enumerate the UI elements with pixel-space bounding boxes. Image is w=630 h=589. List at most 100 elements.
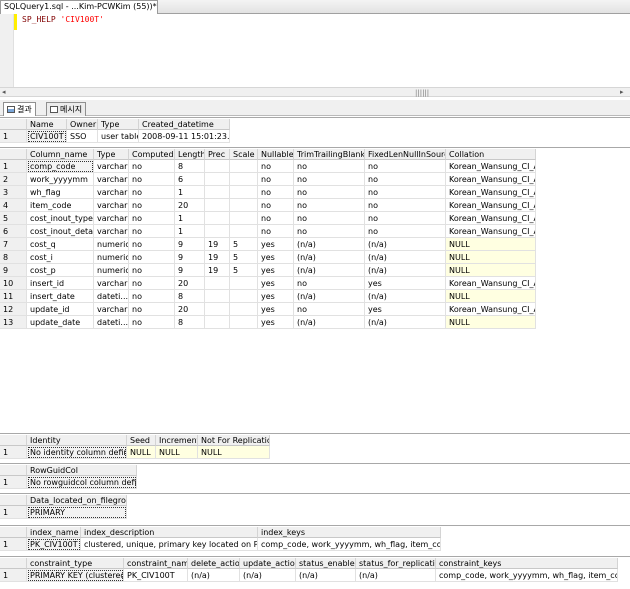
grid-cell[interactable] [205,303,230,316]
column-header[interactable]: delete_action [188,558,240,569]
grid-cell[interactable]: clustered, unique, primary key located o… [81,538,258,551]
row-number[interactable]: 1 [0,446,27,459]
row-number[interactable]: 9 [0,264,27,277]
grid-cell[interactable]: no [258,199,294,212]
grid-cell[interactable]: varchar [94,212,129,225]
grid-cell[interactable]: (n/a) [365,290,446,303]
grid-cell[interactable]: yes [258,303,294,316]
row-number[interactable]: 5 [0,212,27,225]
grid-cell[interactable]: no [258,173,294,186]
grid-cell[interactable]: (n/a) [356,569,436,582]
column-header[interactable]: RowGuidCol [27,465,137,476]
grid-cell[interactable]: no [129,160,175,173]
grid-cell[interactable]: insert_date [27,290,94,303]
column-header[interactable]: Computed [129,149,175,160]
row-number[interactable]: 10 [0,277,27,290]
editor-horizontal-scrollbar[interactable]: ◂ |||||| ▸ [0,87,630,97]
grid-cell[interactable]: work_yyyymm [27,173,94,186]
grid-cell[interactable]: varchar [94,186,129,199]
grid-cell-null[interactable]: NULL [446,251,536,264]
grid-cell-null[interactable]: NULL [446,316,536,329]
grid-cell[interactable]: no [129,238,175,251]
row-number[interactable]: 3 [0,186,27,199]
grid-cell[interactable] [205,290,230,303]
grid-cell-selected[interactable]: PK_CIV100T [27,538,81,551]
grid-cell[interactable]: no [294,199,365,212]
grid-cell[interactable] [205,212,230,225]
column-header[interactable]: Owner [67,119,98,130]
grid-cell[interactable]: yes [365,277,446,290]
grid-cell[interactable]: Korean_Wansung_CI_AS [446,303,536,316]
grid-cell[interactable]: no [365,199,446,212]
column-header[interactable]: Data_located_on_filegroup [27,495,127,506]
grid-cell[interactable]: item_code [27,199,94,212]
grid-cell[interactable]: 20 [175,199,205,212]
column-header[interactable]: Identity [27,435,127,446]
grid-cell[interactable]: SSO [67,130,98,143]
grid-cell[interactable]: 5 [230,264,258,277]
grid-cell[interactable]: (n/a) [296,569,356,582]
column-header[interactable]: FixedLenNullInSource [365,149,446,160]
grid-cell[interactable] [230,277,258,290]
grid-cell[interactable]: varchar [94,160,129,173]
column-header[interactable]: constraint_keys [436,558,618,569]
grid-cell[interactable]: dateti... [94,316,129,329]
grid-cell[interactable]: PK_CIV100T [124,569,188,582]
grid-cell[interactable]: no [129,251,175,264]
column-header[interactable]: Type [94,149,129,160]
column-header[interactable]: Not For Replication [198,435,270,446]
row-number[interactable]: 4 [0,199,27,212]
grid-cell[interactable]: Korean_Wansung_CI_AS [446,212,536,225]
grid-cell[interactable]: 19 [205,251,230,264]
grid-cell[interactable]: Korean_Wansung_CI_AS [446,225,536,238]
grid-cell[interactable] [205,173,230,186]
grid-cell[interactable]: cost_i [27,251,94,264]
column-header[interactable]: Increment [156,435,198,446]
scrollbar-grip-icon[interactable]: |||||| [415,89,429,97]
grid-cell[interactable]: yes [365,303,446,316]
grid-cell[interactable]: no [129,303,175,316]
grid-cell[interactable]: no [129,199,175,212]
grid-cell[interactable]: no [258,186,294,199]
grid-cell[interactable] [230,316,258,329]
grid-cell[interactable]: dateti... [94,290,129,303]
grid-cell[interactable]: 20 [175,303,205,316]
grid-cell-selected[interactable]: PRIMARY KEY (clustered) [27,569,124,582]
grid-cell[interactable]: no [365,225,446,238]
scroll-right-arrow-icon[interactable]: ▸ [620,88,624,96]
grid-cell[interactable]: 19 [205,264,230,277]
row-number[interactable]: 7 [0,238,27,251]
grid-cell-null[interactable]: NULL [446,290,536,303]
grid-cell-null[interactable]: NULL [156,446,198,459]
result-grid-filegroup[interactable]: Data_located_on_filegroup 1 PRIMARY [0,493,630,521]
grid-cell[interactable]: yes [258,251,294,264]
grid-cell[interactable]: 8 [175,290,205,303]
grid-cell[interactable]: 9 [175,264,205,277]
column-header[interactable]: Created_datetime [139,119,230,130]
grid-cell-selected[interactable]: No rowguidcol column defined. [27,476,137,489]
grid-cell[interactable]: (n/a) [365,238,446,251]
grid-cell[interactable]: Korean_Wansung_CI_AS [446,160,536,173]
grid-cell[interactable]: 6 [175,173,205,186]
grid-cell[interactable]: numeric [94,264,129,277]
result-grid-columns[interactable]: Column_name Type Computed Length Prec Scale Nu… [0,147,630,429]
grid-cell[interactable]: 1 [175,212,205,225]
grid-cell[interactable]: Korean_Wansung_CI_AS [446,277,536,290]
grid-cell[interactable]: no [129,186,175,199]
grid-cell[interactable]: 20 [175,277,205,290]
column-header[interactable]: Scale [230,149,258,160]
grid-cell[interactable]: (n/a) [365,251,446,264]
grid-cell[interactable]: (n/a) [294,238,365,251]
grid-cell[interactable]: no [294,160,365,173]
column-header[interactable]: update_action [240,558,296,569]
grid-cell[interactable]: comp_code, work_yyyymm, wh_flag, item_co… [258,538,441,551]
column-header[interactable]: Nullable [258,149,294,160]
grid-cell[interactable]: 8 [175,316,205,329]
grid-cell[interactable]: 5 [230,251,258,264]
row-number[interactable]: 11 [0,290,27,303]
grid-cell[interactable]: 2008-09-11 15:01:23.660 [139,130,230,143]
column-header[interactable]: status_for_replication [356,558,436,569]
grid-cell[interactable]: 9 [175,238,205,251]
grid-cell[interactable] [230,225,258,238]
grid-cell[interactable] [230,173,258,186]
